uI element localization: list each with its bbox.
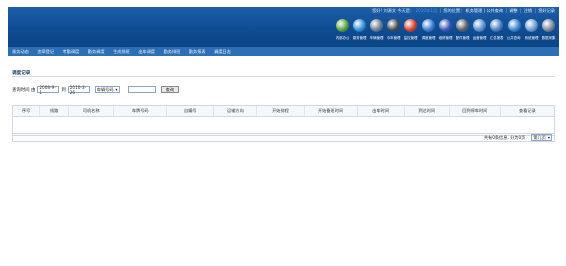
- chevron-down-icon: ▾: [115, 87, 118, 92]
- search-button[interactable]: 查询: [160, 86, 180, 93]
- nav-item[interactable]: 勤务调度: [88, 49, 105, 55]
- counter-icon: [455, 19, 469, 32]
- nav-item[interactable]: 乘务动态: [12, 49, 29, 55]
- page-select-value: 第几页: [533, 134, 546, 140]
- mountain-icon: [524, 19, 538, 32]
- module-label: 公共查询: [507, 35, 521, 40]
- nav-item[interactable]: 生成排班: [113, 49, 130, 55]
- column-header[interactable]: 运输方向: [213, 105, 257, 117]
- location-label: 您的位置：: [443, 8, 465, 13]
- adjust-link[interactable]: 调整: [509, 8, 517, 13]
- module-label: 维修管理: [438, 35, 453, 40]
- column-header[interactable]: 司机名称: [68, 105, 114, 117]
- dispatch-records-table: 序号 线路 司机名称 车牌号码 自编号 运输方向 开始排程 开始备班时间 出车时间 到达时间 回到停…: [11, 105, 556, 136]
- book-icon: [438, 19, 452, 32]
- module-clipboard[interactable]: 汇总报表: [488, 19, 505, 41]
- current-date: 2010年1月: [415, 8, 438, 13]
- location-path: 机务管理 | 公共查询: [465, 8, 504, 13]
- search-type-select[interactable]: 车辆号码 ▾: [94, 86, 120, 93]
- module-device[interactable]: 数据采集: [540, 19, 557, 41]
- column-header[interactable]: 开始排程: [256, 105, 304, 117]
- module-counter[interactable]: 配件管理: [454, 19, 471, 41]
- column-header[interactable]: 线路: [39, 105, 69, 117]
- nav-item[interactable]: 考勤调度: [63, 49, 80, 55]
- column-header[interactable]: 查看记录: [499, 105, 556, 117]
- globe-icon: [507, 19, 521, 32]
- panel-divider: [12, 76, 555, 77]
- record-summary: 共有0条信息, 分为0页: [483, 134, 526, 140]
- column-header[interactable]: 车牌号码: [113, 105, 167, 117]
- column-header[interactable]: 回到停车时间: [448, 105, 501, 117]
- module-label: 内部办公: [335, 35, 349, 40]
- column-header[interactable]: 自编号: [166, 105, 214, 117]
- module-label: 今年管理: [386, 35, 401, 40]
- date-to-input[interactable]: 2010-3-26: [67, 85, 90, 95]
- app-window: 您好! 刘源文 今天是： 2010年1月 | 您的位置： 机务管理 | 公共查询…: [8, 7, 559, 260]
- module-label: 车辆管理: [369, 35, 384, 40]
- power-icon: [387, 19, 401, 32]
- module-label: 系统管理: [524, 35, 539, 40]
- module-person[interactable]: 内部办公: [334, 19, 351, 41]
- login-record-link[interactable]: 您好记录: [538, 8, 555, 13]
- table-footer: 共有0条信息, 分为0页 第几页 ▾: [12, 133, 555, 142]
- logout-link[interactable]: 注销: [524, 8, 532, 13]
- module-label: 配件管理: [455, 35, 470, 40]
- alarm-icon: [404, 19, 418, 32]
- nav-item[interactable]: 出车调度: [138, 49, 155, 55]
- nav-item[interactable]: 勤务排班: [164, 49, 181, 55]
- query-time-label: 查询时间 由: [12, 87, 36, 93]
- device-icon: [541, 19, 555, 32]
- to-label: 到: [61, 87, 66, 93]
- module-label: 运营管理: [472, 35, 487, 40]
- table-header-row: 序号 线路 司机名称 车牌号码 自编号 运输方向 开始排程 开始备班时间 出车时间 到达时间 回到停…: [11, 105, 556, 117]
- bottle-icon: [421, 19, 435, 32]
- module-power[interactable]: 今年管理: [385, 19, 402, 41]
- search-type-value: 车辆号码: [96, 86, 114, 92]
- module-gauge[interactable]: 车辆管理: [368, 19, 385, 41]
- nav-item[interactable]: 勤务报表: [189, 49, 206, 55]
- module-chart[interactable]: 运营管理: [471, 19, 488, 41]
- module-label: 汇总报表: [490, 35, 504, 40]
- chevron-down-icon: ▾: [547, 135, 550, 140]
- module-globe[interactable]: 公共查询: [505, 19, 522, 41]
- column-header[interactable]: 到达时间: [403, 105, 450, 117]
- module-bottle[interactable]: 调度管理: [420, 19, 437, 41]
- module-label: 监控管理: [404, 35, 418, 40]
- gauge-icon: [370, 19, 384, 32]
- sub-navigation: 乘务动态 违章登记 考勤调度 勤务调度 生成排班 出车调度 勤务排班 勤务报表 调度日志: [8, 47, 559, 56]
- module-mountain[interactable]: 系统管理: [523, 19, 540, 41]
- column-header[interactable]: 出车时间: [356, 105, 405, 117]
- module-label: 数据采集: [541, 35, 556, 40]
- nav-item[interactable]: 调度日志: [214, 49, 231, 55]
- top-status-bar: 您好! 刘源文 今天是： 2010年1月 | 您的位置： 机务管理 | 公共查询…: [372, 8, 555, 13]
- module-monitor[interactable]: 乘务管理: [351, 19, 368, 41]
- date-from-input[interactable]: 2008-9-1: [37, 85, 60, 95]
- search-filter-bar: 查询时间 由 2008-9-1 到 2010-3-26 车辆号码 ▾ 查询: [12, 85, 180, 95]
- nav-item[interactable]: 违章登记: [37, 49, 54, 55]
- module-label: 乘务管理: [352, 35, 367, 40]
- module-toolbar: 内部办公 乘务管理 车辆管理 今年管理 监控管理 调度管理 维修管理 配件管理 运营管理 汇总报表…: [334, 19, 557, 41]
- module-alarm[interactable]: 监控管理: [402, 19, 419, 41]
- person-icon: [335, 19, 349, 32]
- column-header[interactable]: 开始备班时间: [303, 105, 358, 117]
- column-header[interactable]: 序号: [11, 105, 40, 117]
- chart-icon: [473, 19, 487, 32]
- keyword-input[interactable]: [127, 86, 156, 93]
- clipboard-icon: [490, 19, 504, 32]
- monitor-icon: [352, 19, 366, 32]
- module-label: 调度管理: [421, 35, 435, 40]
- module-book[interactable]: 维修管理: [437, 19, 454, 41]
- page-select[interactable]: 第几页 ▾: [531, 134, 552, 141]
- greeting-text: 您好! 刘源文 今天是：: [372, 8, 415, 13]
- header-banner: 您好! 刘源文 今天是： 2010年1月 | 您的位置： 机务管理 | 公共查询…: [8, 7, 559, 47]
